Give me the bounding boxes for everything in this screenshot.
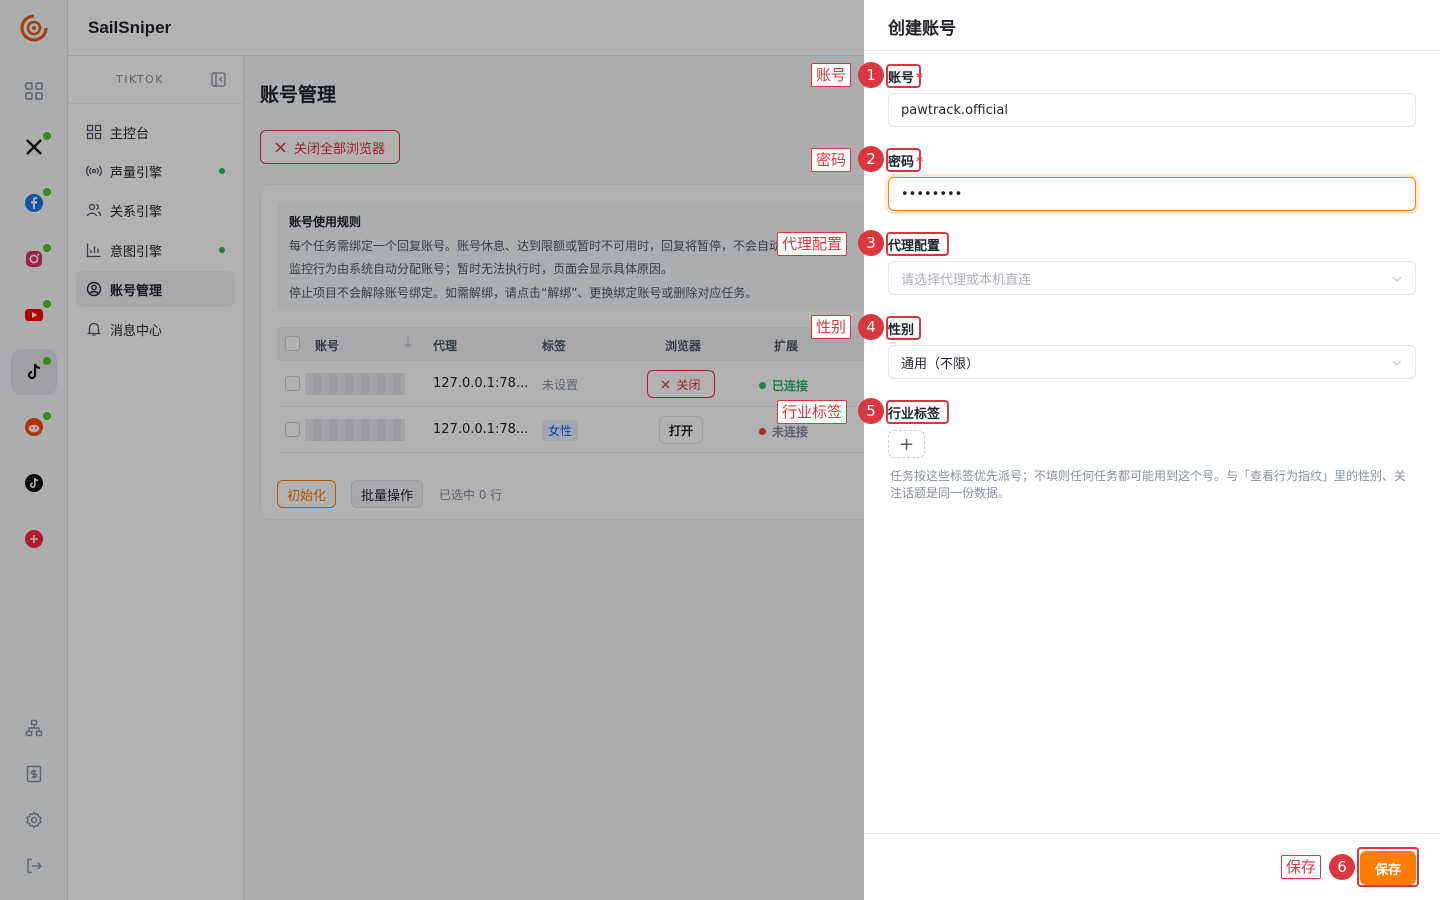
annotation-label: 代理配置: [777, 232, 848, 256]
proxy-placeholder: 请选择代理或本机直连: [901, 272, 1032, 288]
annotation-box: [886, 316, 921, 340]
password-value: ••••••••: [901, 186, 963, 202]
annotation-box: [886, 232, 949, 256]
annotation-label: 行业标签: [777, 400, 848, 424]
annotation-number: 3: [858, 230, 884, 256]
annotation-box: [886, 400, 949, 424]
annotation-number: 4: [858, 314, 884, 340]
annotation-label: 密码: [811, 148, 852, 172]
gender-select[interactable]: 通用（不限）: [888, 345, 1416, 379]
add-tag-button[interactable]: +: [888, 430, 925, 458]
chevron-down-icon: [1392, 360, 1402, 366]
annotation-number: 1: [858, 62, 884, 88]
gender-value: 通用（不限）: [901, 356, 980, 372]
password-input[interactable]: ••••••••: [888, 177, 1416, 211]
annotation-box: [886, 64, 921, 88]
annotation-number: 6: [1329, 854, 1355, 880]
chevron-down-icon: [1392, 276, 1402, 282]
annotation-number: 2: [858, 146, 884, 172]
modal-overlay[interactable]: [0, 0, 864, 900]
annotation-label: 账号: [811, 63, 852, 87]
drawer-title: 创建账号: [864, 0, 1440, 51]
annotation-box: [886, 148, 921, 172]
account-value: pawtrack.official: [901, 102, 1008, 118]
tags-hint: 任务按这些标签优先派号；不填则任何任务都可能用到这个号。与「查看行为指纹」里的性…: [890, 469, 1407, 500]
account-input[interactable]: pawtrack.official: [888, 93, 1416, 127]
annotation-label: 性别: [811, 315, 852, 339]
proxy-select[interactable]: 请选择代理或本机直连: [888, 261, 1416, 295]
annotation-number: 5: [858, 398, 884, 424]
create-account-drawer: 创建账号 账号 * pawtrack.official 密码 * •••••••• …: [864, 0, 1440, 900]
annotation-label: 保存: [1281, 855, 1322, 879]
annotation-box: [1357, 847, 1419, 887]
